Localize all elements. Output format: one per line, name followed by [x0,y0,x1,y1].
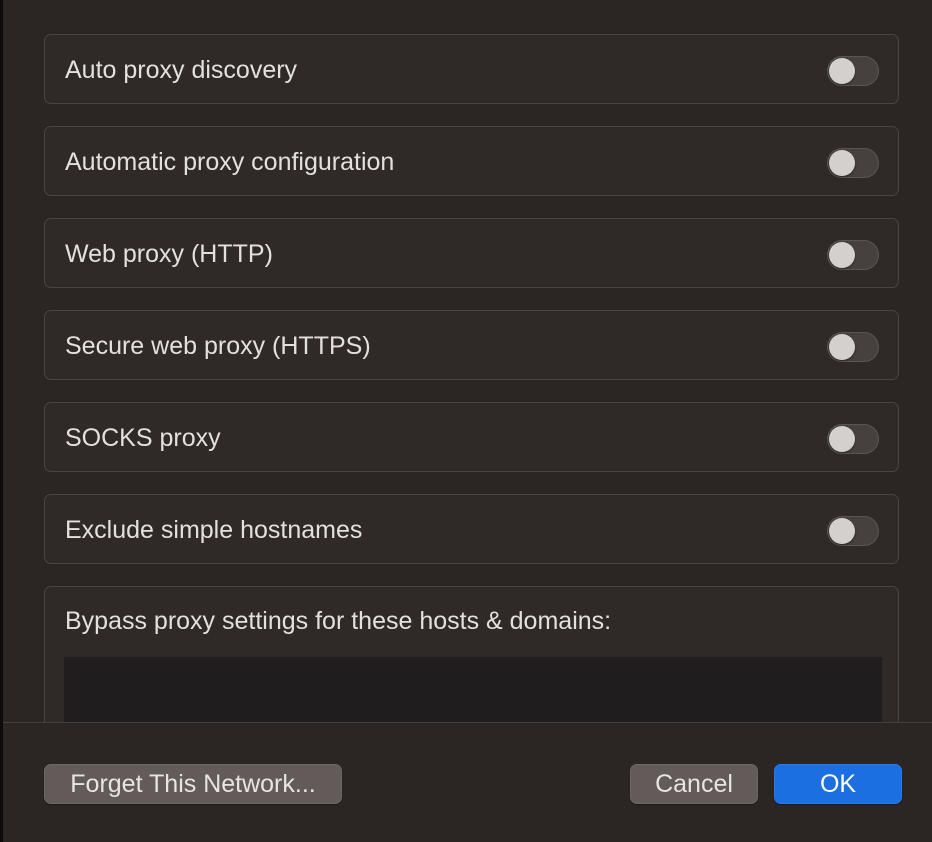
proxy-settings-list[interactable]: Auto proxy discovery Automatic proxy con… [3,0,932,722]
toggle-knob [829,334,855,360]
bypass-hosts-field[interactable] [64,657,882,722]
proxies-sheet: Auto proxy discovery Automatic proxy con… [0,0,932,842]
proxy-row-label: Secure web proxy (HTTPS) [65,332,371,360]
proxy-row-automatic-configuration: Automatic proxy configuration [44,126,899,196]
proxy-row-secure-web-https: Secure web proxy (HTTPS) [44,310,899,380]
proxy-row-label: Automatic proxy configuration [65,148,395,176]
proxy-row-socks: SOCKS proxy [44,402,899,472]
toggle-knob [829,242,855,268]
proxy-row-label: SOCKS proxy [65,424,221,452]
toggle-knob [829,426,855,452]
bypass-proxy-section: Bypass proxy settings for these hosts & … [44,586,899,722]
forget-network-button[interactable]: Forget This Network... [44,764,342,804]
toggle-knob [829,518,855,544]
proxy-row-label: Auto proxy discovery [65,56,298,84]
proxy-row-label: Exclude simple hostnames [65,516,363,544]
proxy-row-web-http: Web proxy (HTTP) [44,218,899,288]
bypass-proxy-label: Bypass proxy settings for these hosts & … [65,607,612,635]
toggle-knob [829,58,855,84]
toggle-knob [829,150,855,176]
proxy-row-exclude-simple-hostnames: Exclude simple hostnames [44,494,899,564]
web-proxy-http-toggle[interactable] [827,240,879,270]
proxy-row-label: Web proxy (HTTP) [65,240,273,268]
ok-button[interactable]: OK [774,764,902,804]
automatic-proxy-configuration-toggle[interactable] [827,148,879,178]
cancel-button[interactable]: Cancel [630,764,758,804]
secure-web-proxy-https-toggle[interactable] [827,332,879,362]
proxy-row-auto-discovery: Auto proxy discovery [44,34,899,104]
socks-proxy-toggle[interactable] [827,424,879,454]
auto-proxy-discovery-toggle[interactable] [827,56,879,86]
exclude-simple-hostnames-toggle[interactable] [827,516,879,546]
footer-divider [3,722,932,723]
